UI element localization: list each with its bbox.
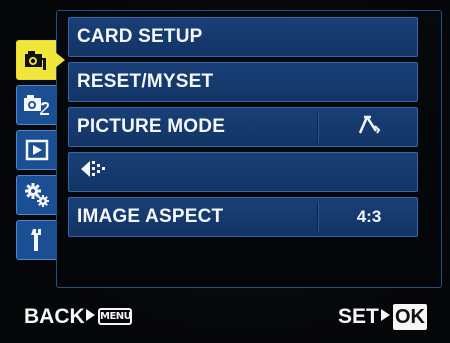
arrow-right-icon: [86, 309, 95, 321]
menu-button-hint[interactable]: MENU: [98, 308, 132, 325]
back-label: BACK: [24, 305, 85, 328]
value-divider: [317, 203, 319, 233]
camera-2-icon: [23, 95, 49, 115]
menu-row-image-quality[interactable]: [68, 152, 418, 192]
image-quality-icon: [81, 161, 105, 177]
natural-mode-icon: [358, 115, 381, 134]
image-aspect-value: 4:3: [356, 207, 382, 226]
menu-row-label: RESET/MYSET: [77, 71, 214, 92]
menu-row-label: CARD SETUP: [77, 26, 203, 47]
active-tab-pointer: [55, 52, 65, 68]
tab-shooting-menu-1[interactable]: [16, 40, 56, 80]
menu-row-card-setup[interactable]: CARD SETUP: [68, 17, 418, 57]
menu-row-image-aspect[interactable]: IMAGE ASPECT 4:3: [68, 197, 418, 237]
camera-1-icon: [24, 51, 46, 70]
tab-shooting-menu-2[interactable]: [16, 85, 56, 125]
value-divider: [317, 113, 319, 143]
set-label: SET: [338, 305, 379, 328]
playback-icon: [25, 139, 48, 161]
menu-row-reset-myset[interactable]: RESET/MYSET: [68, 62, 418, 102]
camera-menu-screen: CARD SETUP RESET/MYSET PICTURE MODE IMAG…: [0, 0, 450, 343]
custom-settings-gears-icon: [24, 183, 49, 207]
menu-row-label: [69, 158, 109, 186]
ok-button-hint[interactable]: OK: [393, 304, 427, 330]
menu-row-label: IMAGE ASPECT: [77, 206, 224, 227]
tab-setup-menu[interactable]: [16, 220, 56, 260]
arrow-right-icon: [381, 309, 390, 321]
menu-row-label: PICTURE MODE: [77, 116, 226, 137]
picture-mode-value: [321, 114, 417, 141]
tab-custom-menu[interactable]: [16, 175, 56, 215]
bottom-hint-bar: BACK MENU SET OK: [0, 296, 450, 336]
setup-wrench-icon: [30, 229, 41, 251]
tab-playback-menu[interactable]: [16, 130, 56, 170]
menu-row-picture-mode[interactable]: PICTURE MODE: [68, 107, 418, 147]
